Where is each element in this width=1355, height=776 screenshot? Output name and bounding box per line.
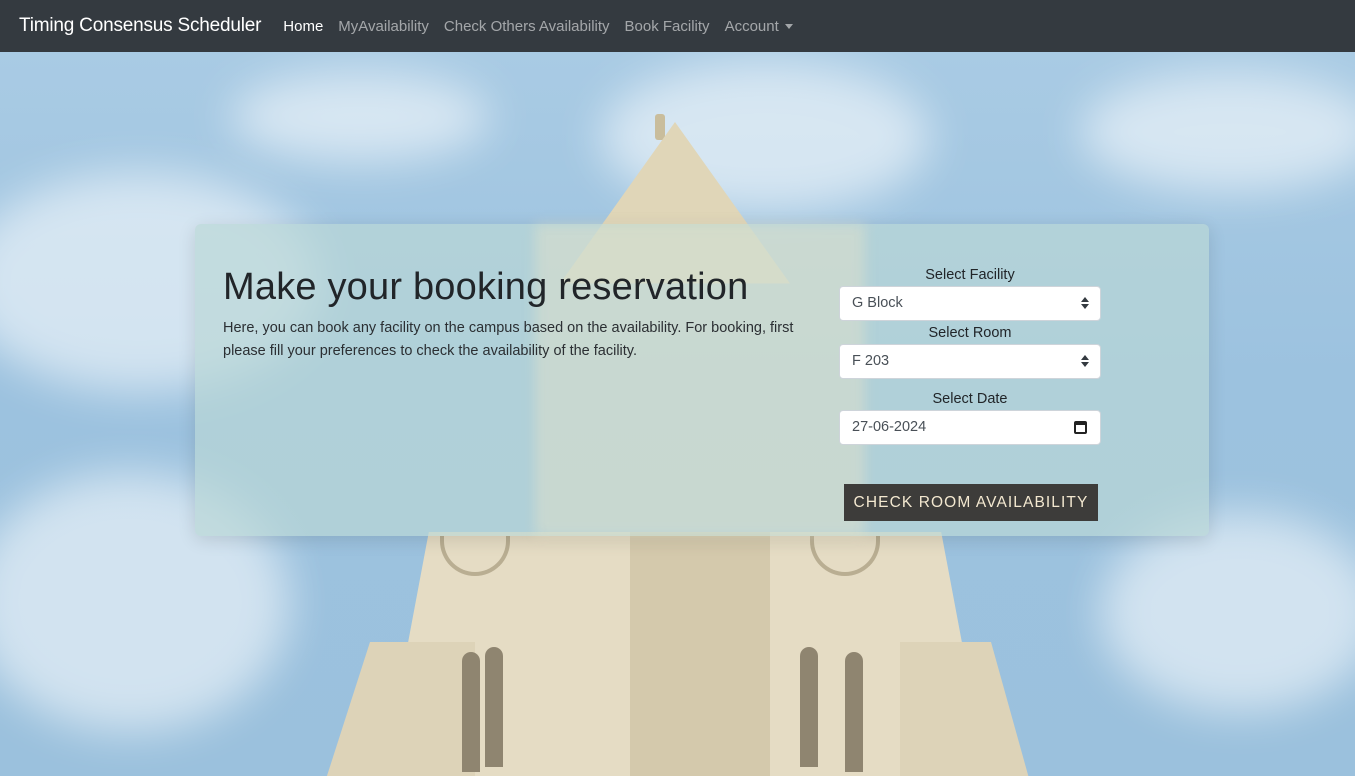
nav-book-facility[interactable]: Book Facility <box>625 18 710 35</box>
room-select-value: F 203 <box>852 353 890 369</box>
navbar-brand[interactable]: Timing Consensus Scheduler <box>19 15 261 37</box>
nav-check-others-availability[interactable]: Check Others Availability <box>444 18 610 35</box>
nav-account-label: Account <box>724 17 779 35</box>
nav-my-availability[interactable]: MyAvailability <box>338 18 429 35</box>
caret-down-icon <box>784 24 793 29</box>
facility-label: Select Facility <box>925 267 1015 283</box>
nav-home[interactable]: Home <box>283 18 323 35</box>
check-room-availability-button[interactable]: CHECK ROOM AVAILABILITY <box>844 484 1098 521</box>
date-input-value: 27-06-2024 <box>852 419 927 435</box>
date-label: Select Date <box>932 391 1008 407</box>
top-navbar: Timing Consensus Scheduler Home MyAvaila… <box>0 0 1355 52</box>
date-input[interactable]: 27-06-2024 <box>839 410 1101 445</box>
room-label: Select Room <box>928 325 1012 341</box>
nav-account-dropdown[interactable]: Account <box>725 18 793 35</box>
calendar-icon[interactable] <box>1074 421 1087 434</box>
sort-arrows-icon <box>1081 355 1089 369</box>
facility-select[interactable]: G Block <box>839 286 1101 321</box>
room-select[interactable]: F 203 <box>839 344 1101 379</box>
booking-card: Make your booking reservation Here, you … <box>195 224 1209 536</box>
booking-description: Here, you can book any facility on the c… <box>223 320 794 359</box>
facility-select-value: G Block <box>852 295 903 311</box>
sort-arrows-icon <box>1081 297 1089 311</box>
page-title: Make your booking reservation <box>223 266 749 308</box>
